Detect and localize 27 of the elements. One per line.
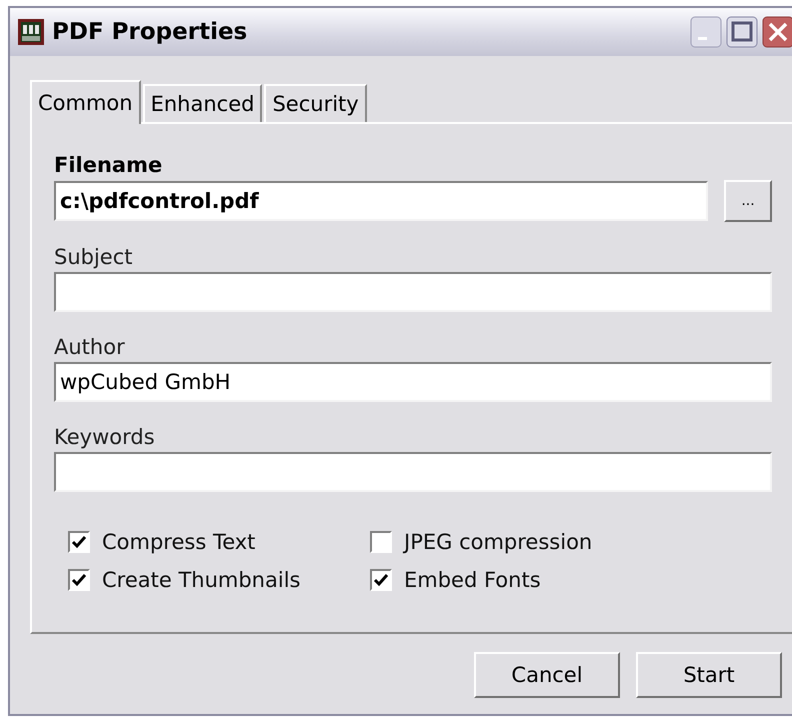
checkbox-label: Compress Text xyxy=(102,530,256,554)
tab[interactable]: Enhanced xyxy=(142,84,262,122)
window-title: PDF Properties xyxy=(52,19,248,45)
checkbox-label: Embed Fonts xyxy=(404,568,541,592)
app-icon xyxy=(18,19,44,45)
text-field[interactable]: wpCubed GmbH xyxy=(54,362,772,402)
dialog-button[interactable]: Cancel xyxy=(474,652,620,698)
text-field[interactable] xyxy=(54,452,772,492)
checkbox-label: Create Thumbnails xyxy=(102,568,300,592)
close-icon[interactable] xyxy=(762,16,792,48)
minimize-icon[interactable] xyxy=(690,16,722,48)
tab[interactable]: Common xyxy=(30,80,141,124)
field-label: Subject xyxy=(54,244,134,271)
field-label: Author xyxy=(54,334,126,361)
checkbox-label: JPEG compression xyxy=(404,530,592,554)
field-label: Filename xyxy=(54,152,164,179)
checkbox[interactable] xyxy=(370,569,392,591)
text-field[interactable] xyxy=(54,272,772,312)
dialog-button[interactable]: Start xyxy=(636,652,782,698)
browse-button[interactable]: ... xyxy=(724,180,772,222)
checkbox[interactable] xyxy=(68,531,90,553)
maximize-icon[interactable] xyxy=(726,16,758,48)
text-field[interactable]: c:\pdfcontrol.pdf xyxy=(54,181,708,221)
tab[interactable]: Security xyxy=(264,84,367,122)
checkbox[interactable] xyxy=(370,531,392,553)
field-label: Keywords xyxy=(54,424,156,451)
checkbox[interactable] xyxy=(68,569,90,591)
